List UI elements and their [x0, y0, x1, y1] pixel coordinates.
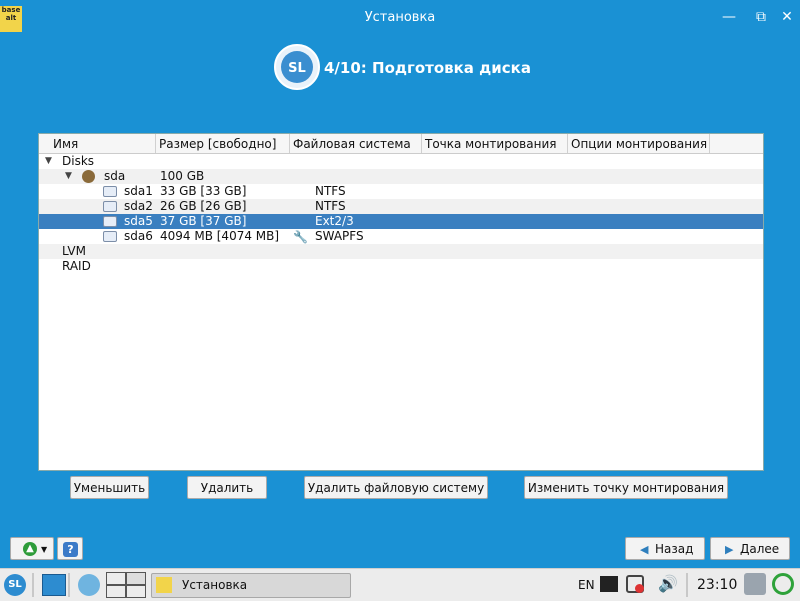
delete-button[interactable]: Удалить	[187, 476, 267, 499]
close-icon[interactable]: ✕	[778, 8, 796, 26]
start-menu-button[interactable]: SL	[4, 574, 26, 596]
row-name: LVM	[62, 244, 86, 258]
volume-icon[interactable]: 🔊	[658, 574, 678, 593]
back-label: Назад	[655, 542, 694, 556]
row-name: sda5	[124, 214, 153, 228]
shrink-button[interactable]: Уменьшить	[70, 476, 149, 499]
partition-icon	[103, 216, 117, 227]
hard-drive-icon	[82, 170, 95, 183]
row-fs: SWAPFS	[315, 229, 364, 243]
minimize-icon[interactable]: —	[720, 8, 738, 26]
row-size: 4094 MB [4074 MB]	[160, 229, 280, 243]
next-button[interactable]: ▶ Далее	[710, 537, 790, 560]
row-fs: Ext2/3	[315, 214, 354, 228]
show-desktop-icon[interactable]	[42, 574, 66, 596]
task-label: Установка	[182, 578, 248, 592]
table-row-selected[interactable]: sda5 37 GB [37 GB] Ext2/3	[39, 214, 763, 229]
arrow-up-icon: ▲	[23, 542, 37, 556]
back-button[interactable]: ◀ Назад	[625, 537, 705, 560]
row-fs: NTFS	[315, 184, 346, 198]
power-icon[interactable]	[772, 573, 794, 595]
table-row[interactable]: sda1 33 GB [33 GB] NTFS	[39, 184, 763, 199]
task-installer[interactable]: Установка	[151, 573, 351, 598]
step-logo-text: SL	[288, 61, 306, 76]
session-icon[interactable]	[744, 573, 766, 595]
divider	[32, 573, 34, 597]
divider	[686, 573, 688, 597]
row-name: sda6	[124, 229, 153, 243]
col-mountpoint[interactable]: Точка монтирования	[425, 137, 556, 151]
workspace-4-icon[interactable]	[126, 585, 146, 598]
start-menu-label: SL	[8, 579, 22, 590]
row-size: 26 GB [26 GB]	[160, 199, 247, 213]
wrench-icon: 🔧	[293, 230, 308, 244]
col-name[interactable]: Имя	[53, 137, 78, 151]
workspace-2-icon[interactable]	[126, 572, 146, 585]
col-size[interactable]: Размер [свободно]	[159, 137, 276, 151]
arrow-left-icon: ◀	[640, 543, 649, 556]
help-button[interactable]: ?	[57, 537, 83, 560]
network-icon[interactable]	[600, 576, 618, 592]
title-bar: base alt Установка — ⧉ ✕	[0, 0, 800, 36]
table-row[interactable]: ▼ Disks	[39, 154, 763, 169]
clock[interactable]: 23:10	[697, 577, 737, 593]
table-header: Имя Размер [свободно] Файловая система Т…	[39, 134, 763, 154]
expand-arrow-icon[interactable]: ▼	[65, 169, 72, 184]
window-title: Установка	[364, 10, 436, 25]
row-name: sda2	[124, 199, 153, 213]
printer-icon[interactable]	[626, 575, 644, 593]
table-row[interactable]: sda2 26 GB [26 GB] NTFS	[39, 199, 763, 214]
help-icon: ?	[63, 542, 78, 557]
change-mountpoint-button[interactable]: Изменить точку монтирования	[524, 476, 728, 499]
error-badge-icon	[635, 584, 644, 593]
col-mount-options[interactable]: Опции монтирования	[571, 137, 707, 151]
partition-icon	[103, 186, 117, 197]
page-title: 4/10: Подготовка диска	[324, 59, 531, 77]
row-name: sda	[104, 169, 126, 183]
arrow-right-icon: ▶	[725, 543, 734, 556]
table-row[interactable]: ▼ sda 100 GB	[39, 169, 763, 184]
divider	[68, 573, 70, 597]
table-row[interactable]: RAID	[39, 259, 763, 274]
table-row[interactable]: LVM	[39, 244, 763, 259]
maximize-icon[interactable]: ⧉	[752, 8, 770, 26]
partition-table[interactable]: Имя Размер [свободно] Файловая система Т…	[38, 133, 764, 471]
expand-arrow-icon[interactable]: ▼	[45, 154, 52, 169]
keyboard-layout-indicator[interactable]: EN	[578, 578, 595, 592]
step-logo-icon: SL	[274, 44, 320, 90]
taskbar: SL Установка EN 🔊 23:10	[0, 568, 800, 601]
browser-icon[interactable]	[78, 574, 100, 596]
row-size: 100 GB	[160, 169, 205, 183]
col-fs[interactable]: Файловая система	[293, 137, 411, 151]
installer-task-icon	[156, 577, 172, 593]
dropdown-arrow-icon: ▼	[41, 545, 48, 554]
table-row[interactable]: sda6 4094 MB [4074 MB] 🔧 SWAPFS	[39, 229, 763, 244]
row-name: RAID	[62, 259, 91, 273]
workspace-3-icon[interactable]	[106, 585, 126, 598]
partition-icon	[103, 201, 117, 212]
partition-icon	[103, 231, 117, 242]
workspace-1-icon[interactable]	[106, 572, 126, 585]
up-menu-button[interactable]: ▲ ▼	[10, 537, 54, 560]
row-fs: NTFS	[315, 199, 346, 213]
next-label: Далее	[740, 542, 780, 556]
row-name: Disks	[62, 154, 95, 168]
row-size: 33 GB [33 GB]	[160, 184, 247, 198]
row-name: sda1	[124, 184, 153, 198]
delete-filesystem-button[interactable]: Удалить файловую систему	[304, 476, 488, 499]
row-size: 37 GB [37 GB]	[160, 214, 247, 228]
